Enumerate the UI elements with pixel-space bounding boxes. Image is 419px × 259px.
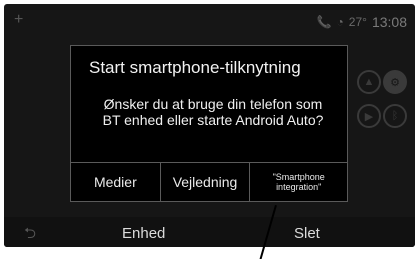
signal-icon: ◔ [336, 15, 344, 29]
play-icon[interactable]: ▶ [357, 104, 381, 128]
dialog-button-row: Medier Vejledning "Smartphone integratio… [71, 162, 347, 201]
dialog-title: Start smartphone-tilknytning [89, 58, 301, 77]
smartphone-integration-line: integration" [276, 182, 322, 192]
device-tab[interactable]: Enhed [122, 225, 165, 242]
settings-icon[interactable]: ⚙ [383, 70, 407, 94]
plus-icon[interactable]: + [14, 12, 23, 28]
dialog-message-line: Ønsker du at bruge din telefon som [103, 96, 323, 112]
smartphone-integration-line: "Smartphone [272, 172, 325, 182]
dialog-message-line: BT enhed eller starte Android Auto? [102, 112, 324, 128]
status-bar: 📞 ◔ 27° 13:08 [317, 14, 407, 30]
media-button[interactable]: Medier [71, 163, 160, 201]
navigation-icon[interactable]: ▲ [357, 70, 381, 94]
smartphone-dialog: Start smartphone-tilknytning Ønsker du a… [70, 45, 348, 202]
temperature: 27° [348, 15, 367, 29]
delete-tab[interactable]: Slet [294, 225, 320, 242]
bluetooth-icon[interactable]: ᛒ [383, 104, 407, 128]
clock: 13:08 [371, 14, 407, 30]
phone-icon: 📞 [316, 15, 332, 29]
smartphone-integration-button[interactable]: "Smartphone integration" [249, 163, 347, 201]
guide-button[interactable]: Vejledning [159, 163, 250, 201]
head-unit-screen: + 📞 ◔ 27° 13:08 ▲ ⚙ ▶ ᛒ ⮌ Enhed Slet Sta… [4, 4, 415, 247]
dialog-message: Ønsker du at bruge din telefon som BT en… [85, 96, 341, 128]
back-icon[interactable]: ⮌ [24, 223, 36, 247]
bottom-bar: ⮌ Enhed Slet [4, 217, 415, 247]
